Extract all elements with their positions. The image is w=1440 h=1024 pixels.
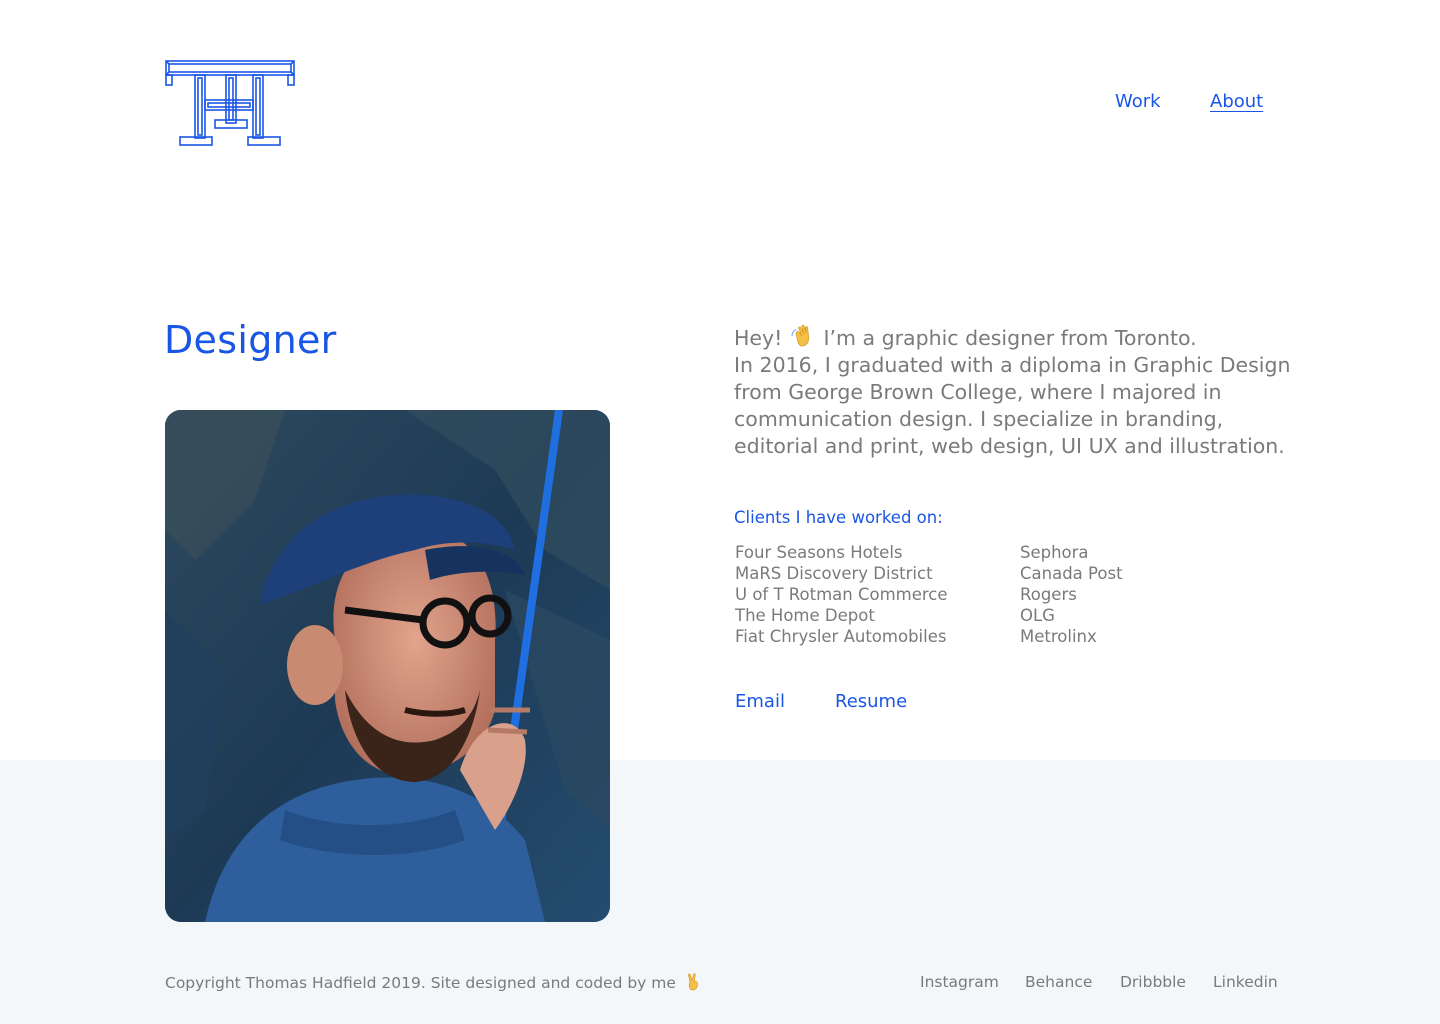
client-item: U of T Rotman Commerce [735,585,948,604]
client-item: Rogers [1020,585,1077,604]
client-item: Four Seasons Hotels [735,543,903,562]
logo[interactable] [165,60,295,146]
client-item: Sephora [1020,543,1089,562]
intro-text: Hey! I’m a graphic designer from Toronto… [734,324,1294,460]
email-link[interactable]: Email [735,691,785,712]
client-item: Canada Post [1020,564,1123,583]
intro-paragraph: In 2016, I graduated with a diploma in G… [734,353,1291,458]
client-item: MaRS Discovery District [735,564,933,583]
portrait-photo [165,410,610,922]
intro-greeting: Hey! [734,326,783,350]
client-item: The Home Depot [735,606,875,625]
nav-about-link[interactable]: About [1210,91,1263,112]
clients-list-right: Sephora Canada Post Rogers OLG Metrolinx [1020,542,1123,647]
waving-hand-icon [791,324,809,347]
dribbble-link[interactable]: Dribbble [1120,973,1186,991]
behance-link[interactable]: Behance [1025,973,1092,991]
client-item: Metrolinx [1020,627,1097,646]
clients-list-left: Four Seasons Hotels MaRS Discovery Distr… [735,542,948,647]
resume-link[interactable]: Resume [835,691,907,712]
page-title: Designer [164,318,337,362]
victory-hand-icon [687,973,698,991]
copyright-text: Copyright Thomas Hadfield 2019. Site des… [165,973,703,992]
clients-heading: Clients I have worked on: [734,508,943,527]
linkedin-link[interactable]: Linkedin [1213,973,1278,991]
client-item: Fiat Chrysler Automobiles [735,627,947,646]
copyright-label: Copyright Thomas Hadfield 2019. Site des… [165,974,676,992]
instagram-link[interactable]: Instagram [920,973,999,991]
nav-work-link[interactable]: Work [1115,91,1161,112]
intro-line1: I’m a graphic designer from Toronto. [823,326,1197,350]
client-item: OLG [1020,606,1055,625]
